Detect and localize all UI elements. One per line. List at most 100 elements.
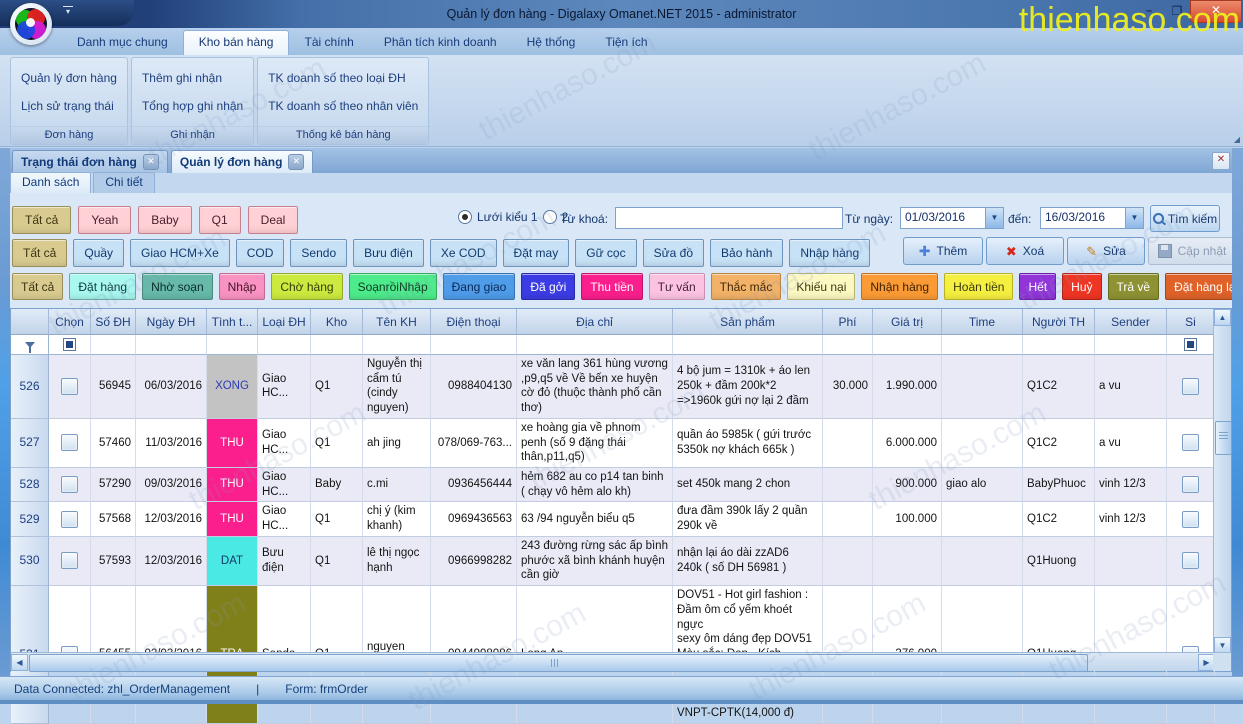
row-si-checkbox[interactable] — [1182, 552, 1199, 569]
filter-cell[interactable] — [1095, 335, 1167, 355]
scroll-left-icon[interactable]: ◀ — [11, 654, 28, 671]
select-cell[interactable] — [49, 355, 91, 419]
filter-cell[interactable] — [136, 335, 207, 355]
row-select-checkbox[interactable] — [61, 378, 78, 395]
column-header-loai-dh[interactable]: Loại ĐH — [258, 309, 311, 335]
filter-button[interactable]: Tất cả — [12, 239, 67, 267]
filter-button[interactable]: Nhập hàng — [789, 239, 870, 267]
app-logo-icon[interactable] — [10, 3, 52, 45]
ribbon-item-lich-su-trang-thai[interactable]: Lịch sử trạng thái — [15, 97, 123, 115]
filter-cell[interactable] — [49, 335, 91, 355]
ribbon-item-tk-loai-dh[interactable]: TK doanh số theo loại ĐH — [262, 69, 424, 87]
table-row[interactable]: 529 57568 12/03/2016 THU Giao HC... Q1 c… — [11, 502, 1215, 536]
table-row[interactable]: 526 56945 06/03/2016 XONG Giao HC... Q1 … — [11, 355, 1215, 419]
filter-cell[interactable] — [91, 335, 136, 355]
doc-tab-quan-ly-don-hang[interactable]: Quản lý đơn hàng ✕ — [171, 150, 314, 173]
add-button[interactable]: ✚ Thêm — [903, 237, 983, 265]
filter-cell[interactable] — [673, 335, 823, 355]
row-select-checkbox[interactable] — [61, 476, 78, 493]
table-row[interactable]: 528 57290 09/03/2016 THU Giao HC... Baby… — [11, 468, 1215, 502]
column-header-phi[interactable]: Phí — [823, 309, 873, 335]
filter-cell[interactable] — [311, 335, 363, 355]
vertical-scroll-thumb[interactable] — [1215, 421, 1232, 455]
column-header-si[interactable]: Si — [1167, 309, 1215, 335]
filter-button[interactable]: Q1 — [199, 206, 241, 234]
ribbon-item-tk-nhan-vien[interactable]: TK doanh số theo nhân viên — [262, 97, 424, 115]
column-header-tinh-trang[interactable]: Tình t... — [207, 309, 258, 335]
filter-cell[interactable] — [823, 335, 873, 355]
filter-button[interactable]: Quầy — [73, 239, 124, 267]
ribbon-tab-danh-muc-chung[interactable]: Danh mục chung — [62, 31, 183, 55]
group-dialog-launcher-icon[interactable] — [1234, 137, 1240, 143]
filter-button[interactable]: Sửa đồ — [643, 239, 704, 267]
ribbon-tab-kho-ban-hang[interactable]: Kho bán hàng — [183, 30, 290, 55]
tab-close-icon[interactable]: ✕ — [288, 154, 304, 170]
maximize-button[interactable]: ❒ — [1166, 4, 1188, 20]
scroll-up-icon[interactable]: ▲ — [1214, 309, 1231, 326]
select-cell[interactable] — [49, 537, 91, 586]
grid-style-2-radio[interactable] — [543, 210, 557, 224]
search-button[interactable]: Tìm kiếm — [1150, 205, 1220, 232]
status-filter-button[interactable]: Nhận hàng — [861, 273, 938, 300]
select-cell[interactable] — [49, 468, 91, 502]
si-cell[interactable] — [1167, 468, 1215, 502]
status-filter-button[interactable]: Khiếu nại — [787, 273, 855, 300]
column-header-dien-thoai[interactable]: Điện thoại — [431, 309, 517, 335]
status-filter-button[interactable]: SoạnrồiNhập — [349, 273, 437, 300]
row-number[interactable]: 528 — [11, 468, 49, 502]
status-filter-button[interactable]: Trả về — [1108, 273, 1160, 300]
row-number[interactable]: 530 — [11, 537, 49, 586]
filter-button[interactable]: Baby — [138, 206, 191, 234]
calendar-dropdown-icon[interactable]: ▼ — [1125, 208, 1143, 228]
select-cell[interactable] — [49, 502, 91, 536]
status-filter-button[interactable]: Đã gởi — [521, 273, 575, 300]
column-header-dia-chi[interactable]: Địa chỉ — [517, 309, 673, 335]
date-from-picker[interactable]: 01/03/2016 ▼ — [900, 207, 1004, 229]
quick-access-dropdown-icon[interactable]: ▾ — [63, 6, 73, 16]
column-header-ten-kh[interactable]: Tên KH — [363, 309, 431, 335]
column-header-gia-tri[interactable]: Giá trị — [873, 309, 942, 335]
status-filter-button[interactable]: Thắc mắc — [711, 273, 782, 300]
filter-button[interactable]: Giao HCM+Xe — [130, 239, 230, 267]
row-number[interactable]: 526 — [11, 355, 49, 419]
ribbon-tab-tai-chinh[interactable]: Tài chính — [289, 31, 368, 55]
filter-cell[interactable] — [1167, 335, 1215, 355]
filter-button[interactable]: Tất cả — [12, 206, 71, 234]
column-header-chon[interactable]: Chọn — [49, 309, 91, 335]
row-si-checkbox[interactable] — [1182, 511, 1199, 528]
filter-button[interactable]: Bảo hành — [710, 239, 783, 267]
status-filter-button[interactable]: Nhờ soạn — [142, 273, 213, 300]
table-row[interactable]: 530 57593 12/03/2016 DAT Bưu điện Q1 lê … — [11, 537, 1215, 586]
column-header-sender[interactable]: Sender — [1095, 309, 1167, 335]
row-number[interactable]: 529 — [11, 502, 49, 536]
minimize-button[interactable]: – — [1138, 4, 1160, 20]
status-filter-button[interactable]: Hết — [1019, 273, 1056, 300]
filter-cell[interactable] — [942, 335, 1023, 355]
filter-button[interactable]: Gữ cọc — [575, 239, 636, 267]
ribbon-tab-phan-tich[interactable]: Phân tích kinh doanh — [369, 31, 512, 55]
view-tab-chi-tiet[interactable]: Chi tiết — [93, 172, 154, 193]
date-to-picker[interactable]: 16/03/2016 ▼ — [1040, 207, 1144, 229]
filter-cell[interactable] — [258, 335, 311, 355]
column-header-kho[interactable]: Kho — [311, 309, 363, 335]
delete-button[interactable]: ✖ Xoá — [986, 237, 1064, 265]
doc-tab-trang-thai-don-hang[interactable]: Trạng thái đơn hàng ✕ — [12, 150, 168, 173]
column-header-time[interactable]: Time — [942, 309, 1023, 335]
column-header-san-pham[interactable]: Sản phẩm — [673, 309, 823, 335]
row-select-checkbox[interactable] — [61, 552, 78, 569]
filter-cell[interactable] — [873, 335, 942, 355]
status-filter-button[interactable]: Đang giao — [443, 273, 516, 300]
status-filter-button[interactable]: Thu tiền — [581, 273, 642, 300]
filter-button[interactable]: Yeah — [78, 206, 131, 234]
row-select-checkbox[interactable] — [61, 434, 78, 451]
tabbar-close-icon[interactable]: ✕ — [1212, 152, 1230, 170]
filter-button[interactable]: Bưu điện — [353, 239, 424, 267]
ribbon-tab-tien-ich[interactable]: Tiện ích — [590, 31, 662, 55]
row-select-checkbox[interactable] — [61, 511, 78, 528]
ribbon-tab-he-thong[interactable]: Hệ thống — [512, 31, 591, 55]
si-cell[interactable] — [1167, 355, 1215, 419]
status-filter-button[interactable]: Tư vấn — [649, 273, 705, 300]
status-filter-button[interactable]: Tất cả — [12, 273, 63, 300]
ribbon-item-them-ghi-nhan[interactable]: Thêm ghi nhận — [136, 69, 249, 87]
filter-button[interactable]: Đặt may — [503, 239, 570, 267]
